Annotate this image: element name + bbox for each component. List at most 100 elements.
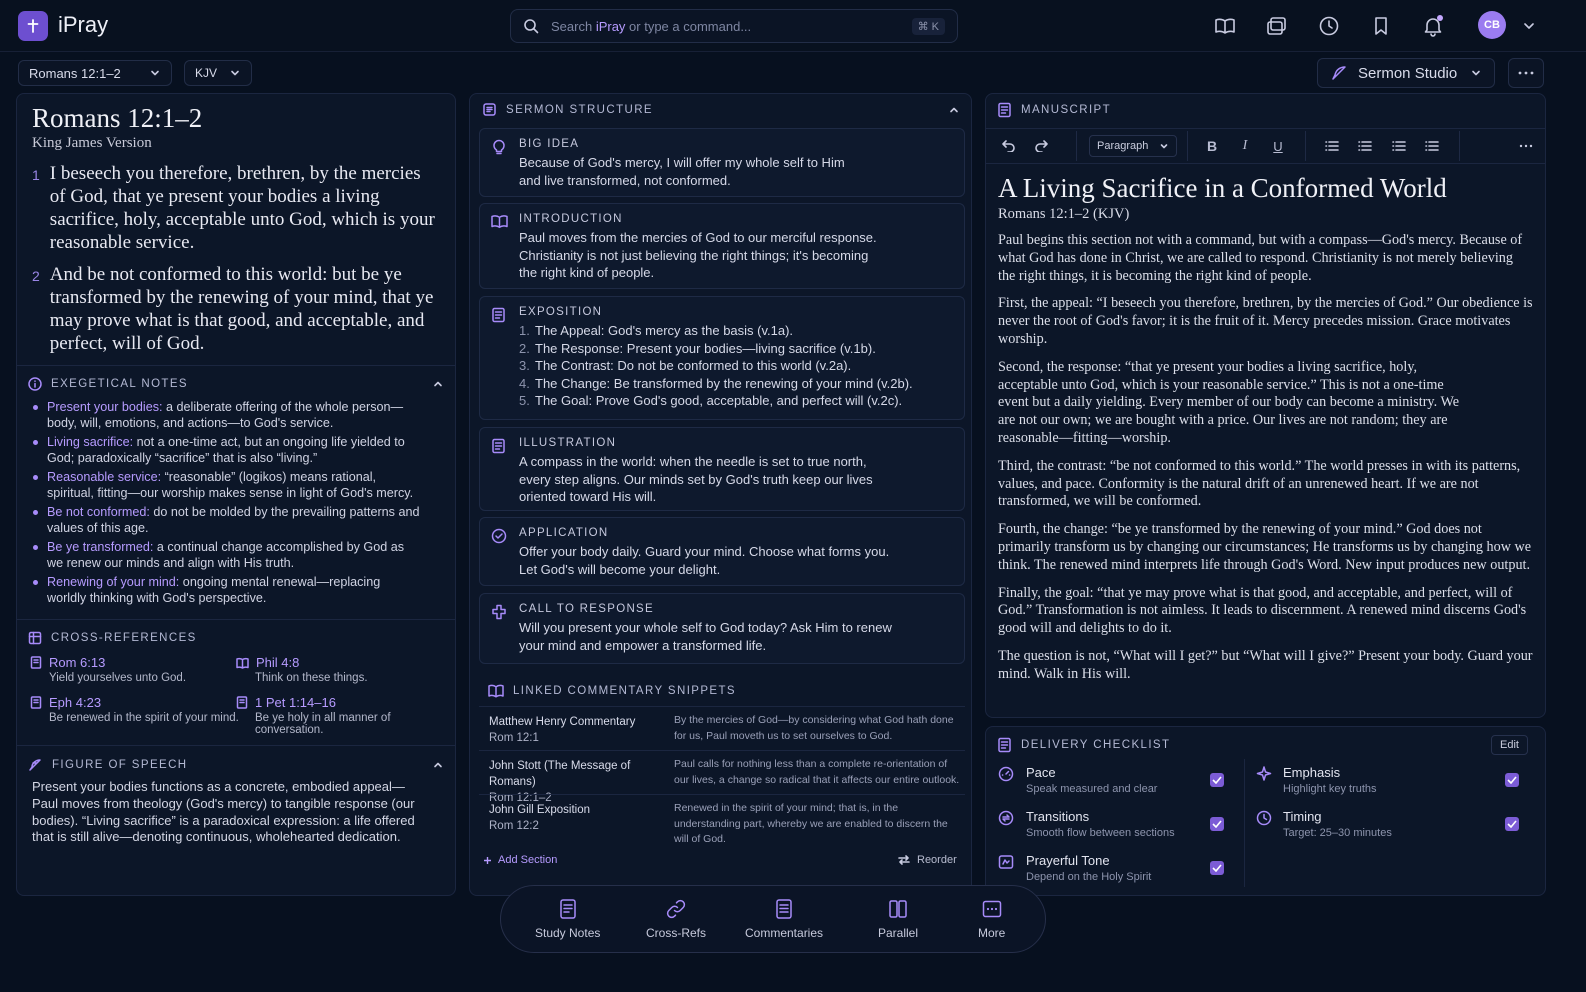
info-icon [28, 377, 42, 391]
introduction-card[interactable]: Introduction Paul moves from the mercies… [479, 203, 965, 289]
check-icon [1212, 864, 1222, 872]
cross-icon [492, 604, 506, 620]
exposition-item: 4. The Change: Be transformed by the rene… [519, 375, 913, 391]
open-book-icon [236, 657, 249, 669]
undo-button[interactable] [996, 137, 1022, 155]
card-title: Call to Response [519, 603, 654, 615]
figure-of-speech-header[interactable]: Figure of Speech [28, 757, 444, 772]
mode-select[interactable]: Sermon Studio [1317, 58, 1495, 88]
editor-more-button[interactable] [1513, 137, 1539, 155]
redo-button[interactable] [1028, 137, 1054, 155]
manuscript-editor[interactable]: A Living Sacrifice in a Conformed World … [998, 171, 1533, 694]
card-text: Paul moves from the mercies of God to ou… [519, 230, 877, 280]
reorder-button[interactable]: Reorder [898, 854, 957, 866]
note-item: Renewing of your mind: ongoing mental re… [30, 574, 420, 606]
prayerful-tone-checkbox[interactable] [1210, 861, 1224, 875]
cross-ref-link[interactable]: Rom 6:13 [49, 655, 105, 670]
transitions-checkbox[interactable] [1210, 817, 1224, 831]
notification-bell-icon[interactable] [1421, 14, 1445, 38]
open-book-icon [488, 684, 504, 698]
search-icon [524, 19, 539, 34]
bookmark-icon[interactable] [1370, 15, 1392, 37]
app-name: iPray [58, 12, 109, 37]
cross-ref-text: Be ye holy in all manner of conversation… [255, 712, 391, 736]
commentary-snippets: Linked Commentary Snippets Matthew Henry… [470, 674, 973, 845]
dock-commentaries[interactable]: Commentaries [745, 898, 823, 940]
lightbulb-icon [493, 139, 505, 155]
figure-of-speech-text: Present your bodies functions as a concr… [32, 779, 415, 845]
bold-button[interactable]: B [1199, 137, 1225, 155]
numbered-list-button[interactable] [1352, 137, 1378, 155]
timing-checkbox[interactable] [1505, 817, 1519, 831]
pace-checkbox[interactable] [1210, 773, 1224, 787]
document-icon [492, 307, 505, 323]
dock-more[interactable]: More [978, 898, 1005, 940]
emphasis-checkbox[interactable] [1505, 773, 1519, 787]
commentary-row[interactable]: John Gill Exposition Rom 12:2 Renewed in … [479, 794, 965, 845]
chevron-up-icon[interactable] [432, 759, 444, 771]
history-icon[interactable] [1318, 15, 1340, 37]
verse: 1 I beseech you therefore, brethren, by … [32, 162, 437, 254]
passage-select[interactable]: Romans 12:1–2 [18, 60, 172, 86]
align-list-button[interactable] [1386, 137, 1412, 155]
commentary-row[interactable]: Matthew Henry Commentary Rom 12:1 By the … [479, 706, 965, 749]
section-title: Exegetical Notes [51, 378, 189, 390]
cross-ref-item[interactable]: 1 Pet 1:14–16 Be ye holy in all manner o… [236, 695, 455, 736]
app-logo[interactable] [18, 11, 48, 41]
chevron-up-icon[interactable] [948, 104, 960, 116]
reorder-icon [898, 855, 910, 865]
note-term: Reasonable service: [47, 470, 162, 484]
commentary-text: Paul calls for nothing less than a compl… [674, 758, 960, 786]
edit-checklist-button[interactable]: Edit [1491, 735, 1528, 755]
verse: 2 And be not conformed to this world: bu… [32, 263, 437, 355]
manuscript-heading: A Living Sacrifice in a Conformed World [998, 173, 1447, 203]
big-idea-card[interactable]: Big Idea Because of God's mercy, I will … [479, 128, 965, 197]
check-icon [1507, 820, 1517, 828]
more-options-button[interactable] [1508, 58, 1544, 88]
search-bar[interactable]: Search iPray or type a command... ⌘ K [510, 9, 958, 43]
section-title: Cross-References [51, 632, 197, 644]
cross-ref-item[interactable]: Phil 4:8 Think on these things. [236, 655, 368, 684]
top-bar: iPray Search iPray or type a command... … [0, 0, 1586, 52]
exegetical-notes-header[interactable]: Exegetical Notes [28, 377, 444, 391]
dock-parallel[interactable]: Parallel [878, 898, 918, 940]
application-card[interactable]: Application Offer your body daily. Guard… [479, 517, 965, 586]
call-to-response-card[interactable]: Call to Response Will you present your w… [479, 593, 965, 664]
cross-ref-item[interactable]: Eph 4:23 Be renewed in the spirit of you… [30, 695, 239, 724]
underline-button[interactable]: U [1265, 137, 1291, 155]
card-text: Will you present your whole self to God … [519, 620, 892, 653]
indent-button[interactable] [1419, 137, 1445, 155]
bullet-list-button[interactable] [1319, 137, 1345, 155]
illustration-card[interactable]: Illustration A compass in the world: whe… [479, 427, 965, 511]
structure-icon [483, 103, 496, 116]
exposition-card[interactable]: Exposition 1. The Appeal: God's mercy as … [479, 296, 965, 420]
commentary-row[interactable]: John Stott (The Message of Romans) Rom 12… [479, 750, 965, 804]
scripture-version-name: King James Version [32, 135, 152, 151]
add-section-button[interactable]: Add Section [483, 854, 557, 866]
account-chevron-down-icon[interactable] [1522, 19, 1536, 33]
exegetical-notes-section: Exegetical Notes Present your bodies: a … [17, 365, 455, 612]
scripture-panel: Romans 12:1–2 King James Version 1 I bes… [16, 93, 456, 896]
checklist-item-prayerful-tone: Prayerful Tone Depend on the Holy Spirit [1026, 853, 1152, 883]
bible-icon[interactable] [1214, 15, 1236, 37]
dock-cross-refs[interactable]: Cross-Refs [646, 898, 706, 940]
checklist-item-pace: Pace Speak measured and clear [1026, 765, 1158, 795]
paragraph-style-select[interactable]: Paragraph [1089, 135, 1177, 157]
commentary-ref: Rom 12:1 [489, 732, 539, 744]
check-icon [1212, 776, 1222, 784]
cross-ref-link[interactable]: Phil 4:8 [256, 655, 299, 670]
italic-button[interactable]: I [1232, 137, 1258, 155]
transitions-icon [998, 810, 1014, 826]
version-select[interactable]: KJV [184, 60, 252, 86]
library-icon[interactable] [1266, 15, 1288, 37]
note-item: Present your bodies: a deliberate offeri… [30, 399, 420, 431]
cross-ref-link[interactable]: 1 Pet 1:14–16 [255, 695, 336, 710]
dock-study-notes[interactable]: Study Notes [535, 898, 600, 940]
manuscript-subheading: Romans 12:1–2 (KJV) [998, 206, 1130, 222]
cross-ref-link[interactable]: Eph 4:23 [49, 695, 101, 710]
cross-ref-item[interactable]: Rom 6:13 Yield yourselves unto God. [30, 655, 186, 684]
section-title: Sermon Structure [506, 103, 653, 116]
avatar[interactable]: CB [1478, 11, 1506, 39]
chevron-up-icon[interactable] [432, 378, 444, 390]
sermon-structure-header[interactable]: Sermon Structure [482, 102, 960, 117]
